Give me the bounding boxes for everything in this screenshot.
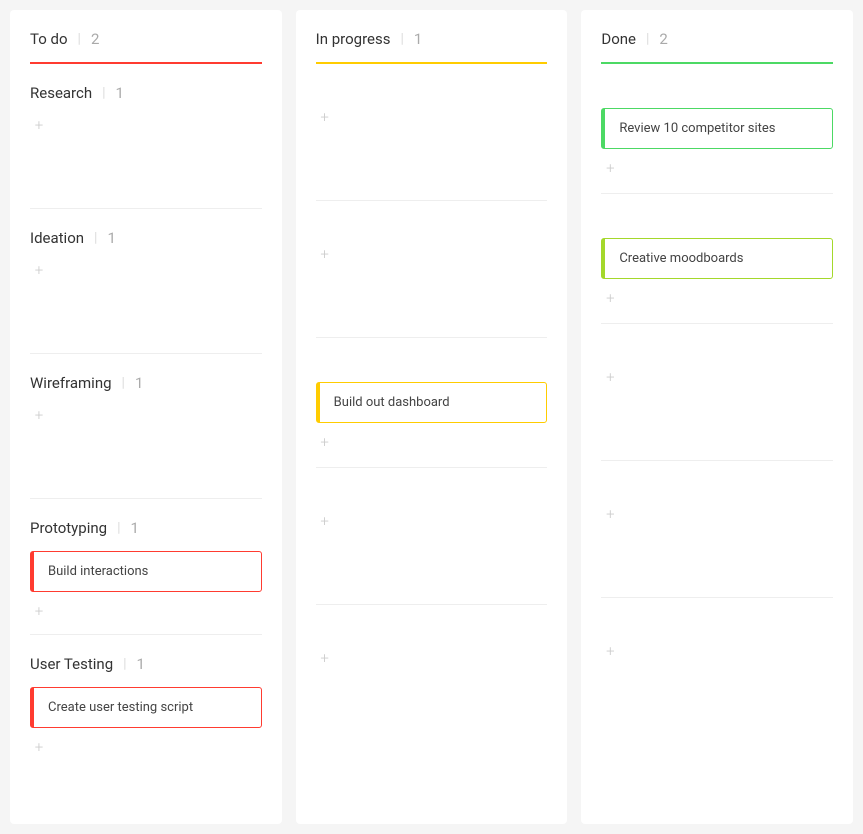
lane-prototyping-inprogress: + xyxy=(316,468,548,605)
plus-icon: + xyxy=(320,649,328,667)
separator: | xyxy=(117,520,120,536)
column-inprogress: In progress | 1 + + Build out dashboard … xyxy=(296,10,568,824)
plus-icon: + xyxy=(320,245,328,263)
lane-ideation-done: Creative moodboards + xyxy=(601,194,833,324)
add-card-button[interactable]: + xyxy=(316,649,334,667)
add-card-button[interactable]: + xyxy=(30,738,48,756)
column-header-todo: To do | 2 xyxy=(30,30,262,64)
card-title: Create user testing script xyxy=(48,700,193,715)
lane-count: 1 xyxy=(135,374,143,392)
card-title: Creative moodboards xyxy=(619,251,743,266)
lane-prototyping-todo: Prototyping | 1 Build interactions + xyxy=(30,499,262,635)
lane-count: 1 xyxy=(116,84,124,102)
lane-usertesting-done: + xyxy=(601,598,833,728)
lane-ideation-todo: Ideation | 1 + xyxy=(30,209,262,354)
add-card-button[interactable]: + xyxy=(601,368,619,386)
lane-title: Wireframing xyxy=(30,374,112,392)
add-card-button[interactable]: + xyxy=(30,406,48,424)
card-title: Build out dashboard xyxy=(334,395,450,410)
separator: | xyxy=(122,375,125,391)
column-count: 1 xyxy=(414,30,422,48)
add-card-button[interactable]: + xyxy=(30,116,48,134)
lane-usertesting-inprogress: + xyxy=(316,605,548,735)
plus-icon: + xyxy=(606,159,614,177)
lane-title: Ideation xyxy=(30,229,84,247)
separator: | xyxy=(123,656,126,672)
lane-header: Research | 1 xyxy=(30,84,262,102)
column-title: Done xyxy=(601,30,636,48)
lane-header: Ideation | 1 xyxy=(30,229,262,247)
lane-wireframing-inprogress: Build out dashboard + xyxy=(316,338,548,468)
lane-title: Prototyping xyxy=(30,519,107,537)
lane-wireframing-done: + xyxy=(601,324,833,461)
add-card-button[interactable]: + xyxy=(316,512,334,530)
card-review-competitors[interactable]: Review 10 competitor sites xyxy=(601,108,833,149)
plus-icon: + xyxy=(320,433,328,451)
column-count: 2 xyxy=(659,30,667,48)
column-header-done: Done | 2 xyxy=(601,30,833,64)
lane-title: Research xyxy=(30,84,92,102)
plus-icon: + xyxy=(35,261,43,279)
lane-research-todo: Research | 1 + xyxy=(30,64,262,209)
plus-icon: + xyxy=(606,368,614,386)
separator: | xyxy=(400,31,403,47)
plus-icon: + xyxy=(606,289,614,307)
lane-title: User Testing xyxy=(30,655,113,673)
lane-research-inprogress: + xyxy=(316,64,548,201)
plus-icon: + xyxy=(35,406,43,424)
plus-icon: + xyxy=(35,116,43,134)
lane-research-done: Review 10 competitor sites + xyxy=(601,64,833,194)
plus-icon: + xyxy=(606,642,614,660)
card-creative-moodboards[interactable]: Creative moodboards xyxy=(601,238,833,279)
plus-icon: + xyxy=(35,738,43,756)
lane-ideation-inprogress: + xyxy=(316,201,548,338)
separator: | xyxy=(78,31,81,47)
card-title: Build interactions xyxy=(48,564,148,579)
lane-header: User Testing | 1 xyxy=(30,655,262,673)
lane-header: Wireframing | 1 xyxy=(30,374,262,392)
add-card-button[interactable]: + xyxy=(30,602,48,620)
plus-icon: + xyxy=(35,602,43,620)
lane-header: Prototyping | 1 xyxy=(30,519,262,537)
column-title: To do xyxy=(30,30,68,48)
lane-count: 1 xyxy=(107,229,115,247)
column-done: Done | 2 Review 10 competitor sites + Cr… xyxy=(581,10,853,824)
card-build-interactions[interactable]: Build interactions xyxy=(30,551,262,592)
lane-count: 1 xyxy=(137,655,145,673)
separator: | xyxy=(646,31,649,47)
column-todo: To do | 2 Research | 1 + Ideation | 1 + … xyxy=(10,10,282,824)
column-header-inprogress: In progress | 1 xyxy=(316,30,548,64)
separator: | xyxy=(102,85,105,101)
plus-icon: + xyxy=(320,108,328,126)
separator: | xyxy=(94,230,97,246)
add-card-button[interactable]: + xyxy=(30,261,48,279)
column-title: In progress xyxy=(316,30,391,48)
plus-icon: + xyxy=(320,512,328,530)
lane-count: 1 xyxy=(130,519,138,537)
add-card-button[interactable]: + xyxy=(316,108,334,126)
lane-wireframing-todo: Wireframing | 1 + xyxy=(30,354,262,499)
lane-prototyping-done: + xyxy=(601,461,833,598)
column-count: 2 xyxy=(91,30,99,48)
add-card-button[interactable]: + xyxy=(316,433,334,451)
card-title: Review 10 competitor sites xyxy=(619,121,775,136)
plus-icon: + xyxy=(606,505,614,523)
add-card-button[interactable]: + xyxy=(601,505,619,523)
add-card-button[interactable]: + xyxy=(601,642,619,660)
card-user-testing-script[interactable]: Create user testing script xyxy=(30,687,262,728)
lane-usertesting-todo: User Testing | 1 Create user testing scr… xyxy=(30,635,262,770)
card-build-dashboard[interactable]: Build out dashboard xyxy=(316,382,548,423)
add-card-button[interactable]: + xyxy=(601,289,619,307)
add-card-button[interactable]: + xyxy=(316,245,334,263)
add-card-button[interactable]: + xyxy=(601,159,619,177)
